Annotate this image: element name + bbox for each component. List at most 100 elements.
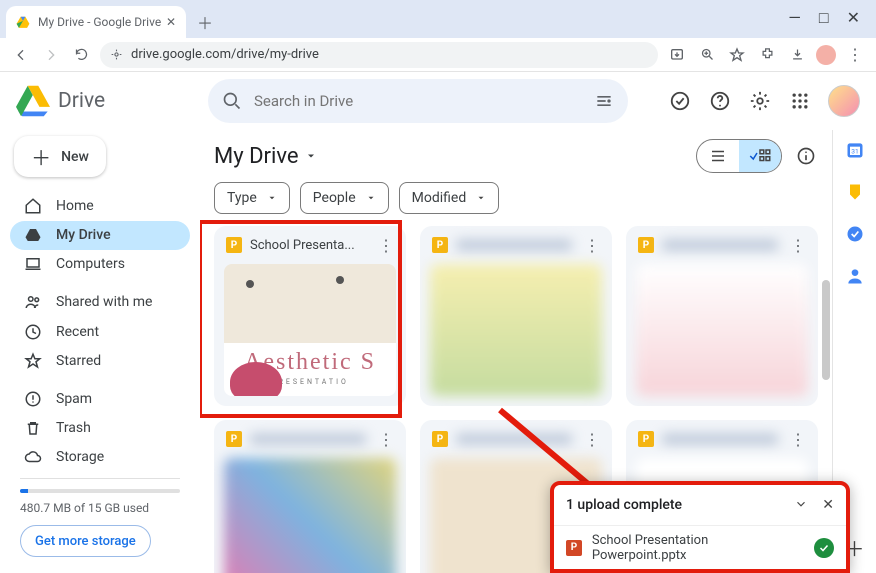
- sidebar-item-starred[interactable]: Starred: [10, 346, 190, 375]
- file-card[interactable]: P⋮: [420, 226, 612, 406]
- laptop-icon: [24, 255, 42, 273]
- offline-ready-icon[interactable]: [668, 89, 692, 113]
- chrome-menu-icon[interactable]: ⋮: [844, 44, 866, 66]
- chip-label: Modified: [412, 190, 467, 206]
- sidebar-item-my-drive[interactable]: My Drive: [10, 221, 190, 250]
- caret-down-icon: [267, 193, 277, 203]
- file-card[interactable]: P School Presenta... ⋮ Aesthetic S PRESE…: [214, 226, 406, 406]
- sidebar-item-label: Shared with me: [56, 294, 152, 310]
- tasks-icon[interactable]: [845, 224, 865, 244]
- storage-usage-text: 480.7 MB of 15 GB used: [20, 501, 180, 515]
- extensions-icon[interactable]: [756, 44, 778, 66]
- drive-logo[interactable]: Drive: [16, 84, 196, 118]
- settings-icon[interactable]: [748, 89, 772, 113]
- filter-people[interactable]: People: [300, 182, 389, 214]
- get-storage-button[interactable]: Get more storage: [20, 525, 151, 557]
- info-icon[interactable]: [794, 144, 818, 168]
- upload-file-name: School Presentation Powerpoint.pptx: [592, 533, 804, 563]
- forward-button[interactable]: [40, 44, 62, 66]
- star-icon: [24, 352, 42, 370]
- back-button[interactable]: [10, 44, 32, 66]
- toast-collapse-icon[interactable]: [794, 497, 808, 513]
- caret-down-icon: [476, 193, 486, 203]
- file-thumbnail: Aesthetic S PRESENTATIO: [224, 264, 396, 396]
- trash-icon: [24, 419, 42, 437]
- account-avatar[interactable]: [828, 85, 860, 117]
- new-tab-button[interactable]: ＋: [192, 9, 218, 35]
- sidebar-item-recent[interactable]: Recent: [10, 317, 190, 346]
- window-controls: ― □ ✕: [788, 8, 876, 38]
- filter-type[interactable]: Type: [214, 182, 290, 214]
- contacts-icon[interactable]: [845, 266, 865, 286]
- file-menu-icon[interactable]: ⋮: [374, 236, 398, 255]
- zoom-icon[interactable]: [696, 44, 718, 66]
- list-view-icon[interactable]: [697, 140, 739, 172]
- file-menu-icon[interactable]: ⋮: [786, 236, 810, 255]
- scrollbar[interactable]: [822, 280, 830, 380]
- search-bar[interactable]: [208, 79, 628, 123]
- file-menu-icon[interactable]: ⋮: [580, 236, 604, 255]
- caret-down-icon: [366, 193, 376, 203]
- powerpoint-file-icon: P: [566, 540, 582, 556]
- drive-header: Drive: [0, 72, 876, 130]
- toast-close-icon[interactable]: ✕: [822, 497, 834, 513]
- sidebar-item-spam[interactable]: Spam: [10, 384, 190, 413]
- chip-label: Type: [227, 190, 257, 206]
- sidebar-item-trash[interactable]: Trash: [10, 413, 190, 442]
- downloads-icon[interactable]: [786, 44, 808, 66]
- file-menu-icon[interactable]: ⋮: [786, 430, 810, 449]
- reload-button[interactable]: [70, 44, 92, 66]
- browser-tab[interactable]: My Drive - Google Drive ✕: [6, 6, 186, 38]
- page-title[interactable]: My Drive: [214, 144, 317, 169]
- cloud-icon: [24, 448, 42, 466]
- search-input[interactable]: [252, 91, 594, 111]
- file-menu-icon[interactable]: ⋮: [580, 430, 604, 449]
- upload-success-icon: [814, 538, 834, 558]
- install-app-icon[interactable]: [666, 44, 688, 66]
- help-icon[interactable]: [708, 89, 732, 113]
- sidebar-item-label: Storage: [56, 449, 104, 465]
- home-icon: [24, 197, 42, 215]
- profile-avatar-icon[interactable]: [816, 45, 836, 65]
- sidebar-item-home[interactable]: Home: [10, 191, 190, 220]
- slides-file-icon: P: [226, 237, 242, 253]
- window-maximize-icon[interactable]: □: [819, 8, 829, 28]
- apps-grid-icon[interactable]: [788, 89, 812, 113]
- url-text: drive.google.com/drive/my-drive: [131, 47, 319, 62]
- view-toggle[interactable]: [696, 139, 782, 173]
- sidebar-item-storage[interactable]: Storage: [10, 443, 190, 472]
- calendar-icon[interactable]: 31: [845, 140, 865, 160]
- slides-file-icon: P: [226, 431, 242, 447]
- site-info-icon[interactable]: [110, 48, 123, 61]
- address-bar[interactable]: drive.google.com/drive/my-drive: [100, 42, 658, 68]
- bookmark-icon[interactable]: [726, 44, 748, 66]
- upload-toast: 1 upload complete ✕ P School Presentatio…: [550, 481, 850, 573]
- tab-title: My Drive - Google Drive: [38, 15, 161, 29]
- search-icon: [222, 91, 242, 111]
- new-button[interactable]: ＋ New: [14, 136, 106, 177]
- upload-item[interactable]: P School Presentation Powerpoint.pptx: [554, 525, 846, 569]
- thumb-subtitle: PRESENTATIO: [271, 378, 349, 386]
- spam-icon: [24, 390, 42, 408]
- sidebar-item-label: My Drive: [56, 227, 111, 243]
- window-close-icon[interactable]: ✕: [847, 8, 860, 28]
- sidebar-item-shared[interactable]: Shared with me: [10, 288, 190, 317]
- window-minimize-icon[interactable]: ―: [788, 8, 801, 28]
- grid-view-icon[interactable]: [739, 140, 781, 172]
- browser-toolbar: drive.google.com/drive/my-drive ⋮: [0, 38, 876, 72]
- tab-close-icon[interactable]: ✕: [166, 15, 176, 29]
- file-menu-icon[interactable]: ⋮: [374, 430, 398, 449]
- sidebar-item-computers[interactable]: Computers: [10, 250, 190, 279]
- sidebar-item-label: Trash: [56, 420, 91, 436]
- plus-icon: ＋: [31, 142, 51, 171]
- file-card[interactable]: P⋮: [214, 420, 406, 573]
- search-options-icon[interactable]: [594, 91, 614, 111]
- file-name: School Presenta...: [250, 238, 366, 253]
- chip-label: People: [313, 190, 356, 206]
- new-button-label: New: [61, 149, 89, 165]
- svg-text:31: 31: [851, 147, 858, 155]
- filter-modified[interactable]: Modified: [399, 182, 500, 214]
- file-card[interactable]: P⋮: [626, 226, 818, 406]
- keep-icon[interactable]: [845, 182, 865, 202]
- browser-tab-strip: My Drive - Google Drive ✕ ＋ ― □ ✕: [0, 0, 876, 38]
